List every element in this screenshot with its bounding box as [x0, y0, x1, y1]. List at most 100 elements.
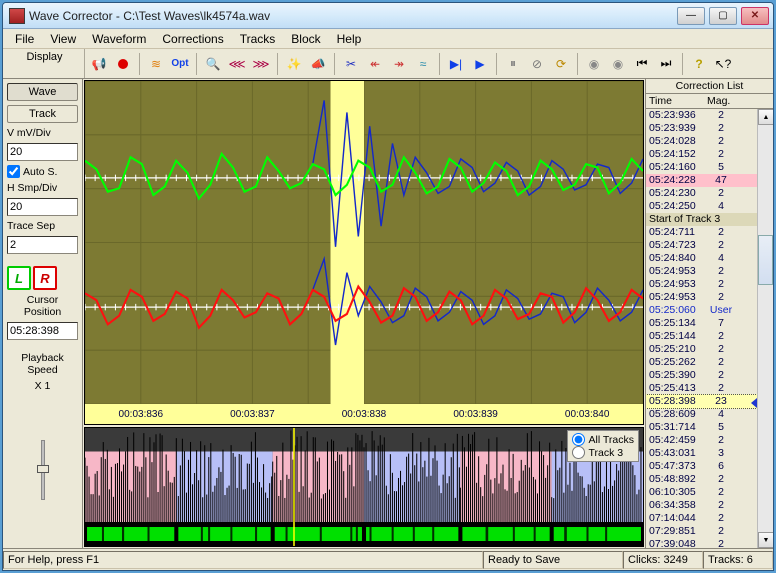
list-item[interactable]: 05:47:3736	[646, 460, 773, 473]
binoculars-icon[interactable]: 🔍	[203, 54, 223, 74]
list-item[interactable]: 05:24:1522	[646, 148, 773, 161]
waves-icon[interactable]: ≋	[146, 54, 166, 74]
list-item[interactable]: 05:24:9532	[646, 278, 773, 291]
circle2-icon[interactable]: ◉	[608, 54, 628, 74]
skip-fwd-icon[interactable]: ⏭	[656, 54, 676, 74]
speaker-icon[interactable]: 📢	[89, 54, 109, 74]
wave-button[interactable]: Wave	[7, 83, 78, 101]
statusbar: For Help, press F1 Ready to Save Clicks:…	[3, 548, 773, 570]
list-item[interactable]: 05:24:1605	[646, 161, 773, 174]
wave2-icon[interactable]: ≈	[413, 54, 433, 74]
menu-block[interactable]: Block	[285, 31, 326, 47]
list-item[interactable]: 05:25:3902	[646, 369, 773, 382]
display-group: Display	[5, 49, 85, 78]
overview[interactable]: All Tracks Track 3	[84, 427, 644, 547]
v-div-input[interactable]	[7, 143, 78, 161]
scroll-down-button[interactable]: ▼	[758, 532, 773, 548]
list-item[interactable]: 05:24:22847	[646, 174, 773, 187]
list-item[interactable]: 07:39:0482	[646, 538, 773, 548]
trace-sep-label: Trace Sep	[7, 220, 78, 232]
waveform-canvas	[85, 81, 643, 404]
list-item[interactable]: 05:25:1442	[646, 330, 773, 343]
single-track-radio[interactable]: Track 3	[572, 446, 634, 459]
skip-back-icon[interactable]: ⏮	[632, 54, 652, 74]
auto-s-checkbox[interactable]: Auto S.	[7, 165, 78, 178]
scroll-up-button[interactable]: ▲	[758, 109, 773, 125]
list-item[interactable]: 05:28:6094	[646, 408, 773, 421]
list-item[interactable]: 05:23:9392	[646, 122, 773, 135]
play-icon[interactable]: ▶	[470, 54, 490, 74]
help-icon[interactable]: ?	[689, 54, 709, 74]
pause-icon[interactable]: ⏸	[503, 54, 523, 74]
menu-view[interactable]: View	[44, 31, 82, 47]
context-help-icon[interactable]: ↖?	[713, 54, 733, 74]
list-item[interactable]: 07:29:8512	[646, 525, 773, 538]
play-to-icon[interactable]: ▶|	[446, 54, 466, 74]
list-item[interactable]: 07:14:0442	[646, 512, 773, 525]
close-button[interactable]: ✕	[741, 7, 769, 25]
list-item[interactable]: 06:10:3052	[646, 486, 773, 499]
loop-node-icon[interactable]: ⟳	[551, 54, 571, 74]
list-item[interactable]: 05:25:060User	[646, 304, 773, 317]
list-item[interactable]: Start of Track 3	[646, 213, 773, 226]
all-tracks-radio[interactable]: All Tracks	[572, 433, 634, 446]
list-item[interactable]: 05:43:0313	[646, 447, 773, 460]
spark-speaker-icon[interactable]: 📣	[308, 54, 328, 74]
track-button[interactable]: Track	[7, 105, 78, 123]
right-channel-icon[interactable]: R	[33, 266, 57, 290]
overview-canvas	[85, 428, 643, 522]
circle1-icon[interactable]: ◉	[584, 54, 604, 74]
list-item[interactable]: 05:24:0282	[646, 135, 773, 148]
cut-icon[interactable]: ✂	[341, 54, 361, 74]
minimize-button[interactable]: —	[677, 7, 705, 25]
menu-file[interactable]: File	[9, 31, 40, 47]
center-area: 00:03:83600:03:83700:03:83800:03:83900:0…	[83, 79, 645, 548]
arrow-right-icon[interactable]: ↠	[389, 54, 409, 74]
cursor-pos-value[interactable]	[7, 322, 78, 340]
display-label: Display	[9, 51, 80, 63]
list-item[interactable]: 05:24:9532	[646, 291, 773, 304]
playback-speed-slider[interactable]	[7, 396, 78, 544]
maximize-button[interactable]: ▢	[709, 7, 737, 25]
titlebar[interactable]: Wave Corrector - C:\Test Waves\lk4574a.w…	[3, 3, 773, 29]
stop-icon[interactable]: ⊘	[527, 54, 547, 74]
opt-icon[interactable]: Opt	[170, 54, 190, 74]
left-channel-icon[interactable]: L	[7, 266, 31, 290]
list-item[interactable]: 05:23:9362	[646, 109, 773, 122]
v-div-label: V mV/Div	[7, 127, 78, 139]
find-next-icon[interactable]: ⋙	[251, 54, 271, 74]
list-item[interactable]: 05:25:2622	[646, 356, 773, 369]
menu-waveform[interactable]: Waveform	[86, 31, 152, 47]
list-item[interactable]: 05:42:4592	[646, 434, 773, 447]
menu-tracks[interactable]: Tracks	[234, 31, 282, 47]
arrow-left-icon[interactable]: ↞	[365, 54, 385, 74]
correction-scrollbar[interactable]: ▲ ▼	[757, 109, 773, 548]
spark1-icon[interactable]: ✨	[284, 54, 304, 74]
waveform-detail[interactable]: 00:03:83600:03:83700:03:83800:03:83900:0…	[84, 80, 644, 425]
scroll-thumb[interactable]	[758, 235, 773, 285]
list-item[interactable]: 05:24:7112	[646, 226, 773, 239]
list-item[interactable]: 05:24:7232	[646, 239, 773, 252]
correction-list[interactable]: 05:23:936205:23:939205:24:028205:24:1522…	[646, 109, 773, 548]
list-item[interactable]: 05:31:7145	[646, 421, 773, 434]
list-item[interactable]: 05:24:2504	[646, 200, 773, 213]
playback-speed-value: X 1	[7, 380, 78, 392]
list-item[interactable]: 05:24:8404	[646, 252, 773, 265]
list-item[interactable]: 06:34:3582	[646, 499, 773, 512]
list-item[interactable]: 05:24:9532	[646, 265, 773, 278]
list-item[interactable]: 05:25:2102	[646, 343, 773, 356]
h-div-input[interactable]	[7, 198, 78, 216]
status-help: For Help, press F1	[3, 551, 483, 569]
find-prev-icon[interactable]: ⋘	[227, 54, 247, 74]
list-item[interactable]: 05:25:1347	[646, 317, 773, 330]
status-ready: Ready to Save	[483, 551, 623, 569]
record-icon[interactable]	[113, 54, 133, 74]
menubar: File View Waveform Corrections Tracks Bl…	[3, 29, 773, 49]
list-item[interactable]: 05:48:8922	[646, 473, 773, 486]
track-filter[interactable]: All Tracks Track 3	[567, 430, 639, 462]
trace-sep-input[interactable]	[7, 236, 78, 254]
menu-corrections[interactable]: Corrections	[156, 31, 229, 47]
menu-help[interactable]: Help	[331, 31, 368, 47]
lr-toggle[interactable]: L R	[7, 266, 78, 290]
list-item[interactable]: 05:24:2302	[646, 187, 773, 200]
